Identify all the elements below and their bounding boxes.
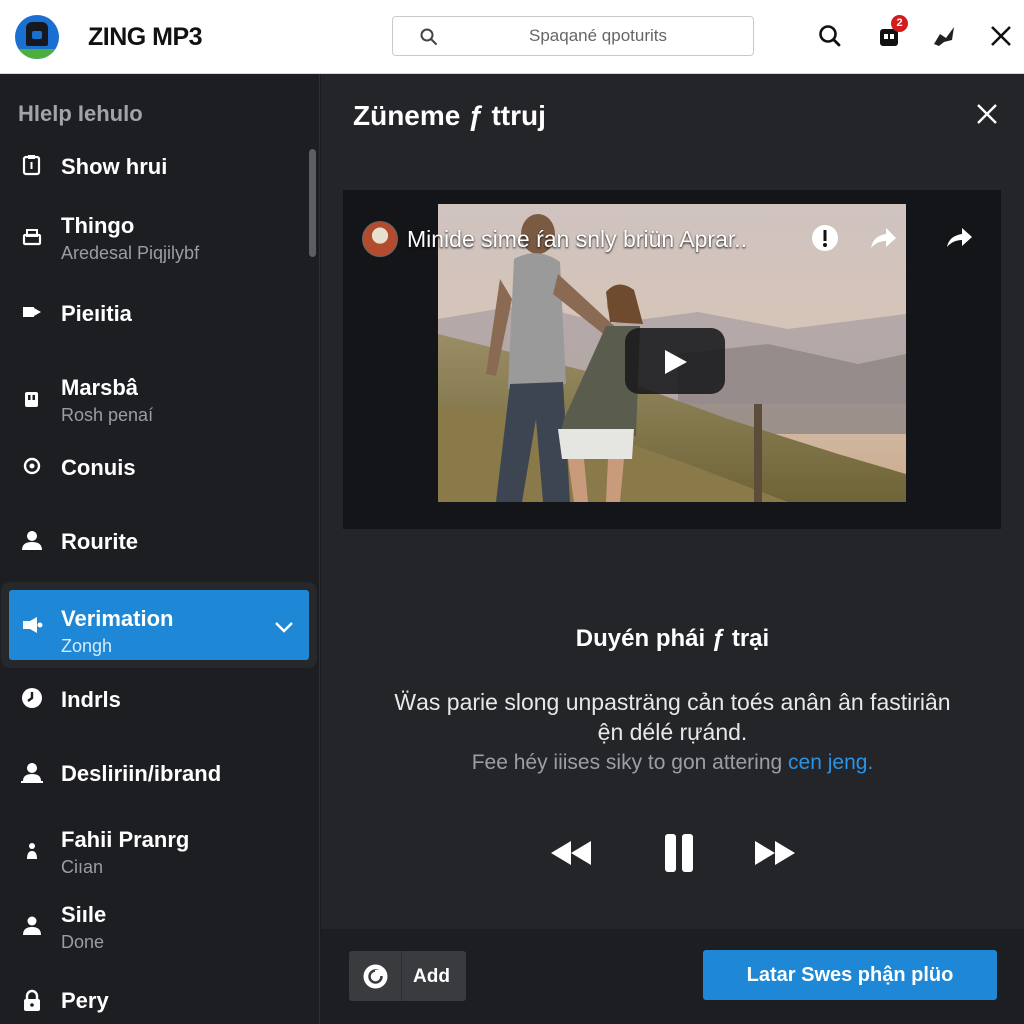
sidebar-scrollbar[interactable] (309, 149, 316, 257)
close-icon[interactable] (975, 102, 999, 126)
sidebar-item-thingo[interactable]: Thingo Aredesal Piqjilybf (9, 202, 309, 272)
sidebar-item-label: Pery (61, 988, 109, 1013)
sidebar-item-sub: Aredesal Piqjilybf (61, 243, 200, 263)
notifications-button[interactable]: 2 (874, 15, 908, 52)
search-button[interactable] (814, 20, 846, 52)
share-button[interactable] (928, 20, 960, 52)
sidebar-item-label: Rourite (61, 529, 138, 554)
checkmark-icon (275, 622, 293, 633)
video-header: Minide sime ŕan snly briün Aprar.. (359, 218, 985, 262)
upload-user-icon (19, 759, 45, 785)
account-icon (19, 913, 45, 939)
detail-panel: Zünemе ƒ ttruj Minide sime ŕan snly briü… (321, 74, 1024, 1024)
sidebar-item-deslirin[interactable]: Desliriin/ibrand (9, 737, 309, 807)
add-button[interactable]: Add (349, 951, 466, 1001)
sidebar-item-marsba[interactable]: Marsbâ Rosh penaí (9, 364, 309, 434)
search-box[interactable] (392, 16, 754, 56)
sidebar-title: Hlelp Iehulo (18, 101, 143, 126)
close-window-button[interactable] (985, 20, 1017, 52)
description-link[interactable]: cen jeng. (788, 751, 873, 774)
sidebar-item-label: Verimation (61, 606, 174, 631)
channel-avatar[interactable] (362, 221, 398, 257)
sidebar-item-conuis[interactable]: Conuis (9, 431, 309, 501)
sidebar-item-pieitia[interactable]: Pieıitia (9, 277, 309, 347)
video-title: Minide sime ŕan snly briün Aprar.. (407, 226, 748, 252)
play-icon (665, 350, 687, 374)
sidebar-item-label: Marsbâ (61, 375, 139, 400)
description-note: Fee héy iiises siky to gon attering cen … (321, 751, 1024, 775)
description-note-text: Fee héy iiises siky to gon attering (471, 751, 783, 774)
top-bar: ZING MP3 2 (0, 0, 1024, 74)
video-player[interactable]: Minide sime ŕan snly briün Aprar.. (343, 190, 1001, 529)
sidebar-item-sub: Zongh (61, 636, 113, 656)
magnifier-icon (819, 25, 841, 47)
sidebar-item-label: Siıle (61, 902, 107, 927)
sidebar: Hlelp Iehulo Show hrui Thingo Aredesal P… (0, 74, 320, 1024)
sidebar-item-verimation[interactable]: Verimation Zongh (9, 590, 309, 660)
user-icon (19, 527, 45, 553)
sidebar-item-label: Desliriin/ibrand (61, 761, 222, 786)
sidebar-item-label: Fahii Pranrg (61, 827, 190, 852)
description-line: Ẅas parie slong unpasträng cản toés anân… (394, 689, 951, 715)
previous-button[interactable] (545, 834, 597, 872)
description-line: ện délé rựánd. (597, 719, 748, 745)
primary-action-button[interactable]: Latar Swes phận plüo (703, 950, 997, 1000)
sidebar-item-label: Pieıitia (61, 301, 132, 326)
sidebar-item-rourite[interactable]: Rourite (9, 505, 309, 575)
notification-badge: 2 (891, 15, 908, 32)
file-icon (19, 386, 45, 412)
sidebar-item-siile[interactable]: Siıle Done (9, 891, 309, 961)
printer-icon (19, 224, 45, 250)
sidebar-item-sub: Ciıan (61, 857, 104, 877)
sidebar-item-fahii[interactable]: Fahii Pranrg Ciıan (9, 816, 309, 886)
panel-footer: Add Latar Swes phận plüo (321, 929, 1024, 1024)
sidebar-item-indrls[interactable]: Indrls (9, 663, 309, 733)
panel-title: Zünemе ƒ ttruj (353, 100, 546, 131)
next-button[interactable] (749, 834, 801, 872)
search-input[interactable] (453, 21, 743, 51)
pause-button[interactable] (653, 834, 705, 872)
song-title: Duyén phái ƒ trại (575, 625, 770, 652)
sidebar-item-sub: Rosh penaí (61, 405, 154, 425)
share-icon[interactable] (867, 222, 899, 254)
sidebar-item-show[interactable]: Show hrui (9, 130, 309, 200)
rewind-icon (551, 841, 591, 865)
lock-icon (19, 988, 45, 1014)
pause-icon (665, 834, 693, 872)
arrow-icon (934, 27, 954, 46)
search-icon (420, 28, 437, 45)
sidebar-item-label: Show hrui (61, 154, 168, 179)
sidebar-item-label: Conuis (61, 455, 136, 480)
add-icon-wrap (349, 951, 402, 1001)
forward-icon[interactable] (943, 222, 975, 254)
app-brand: ZING MP3 (88, 23, 203, 51)
sidebar-item-label: Thingo (61, 213, 135, 238)
person-icon (19, 838, 45, 864)
location-icon (19, 453, 45, 479)
sidebar-item-label: Indrls (61, 687, 121, 712)
fast-forward-icon (755, 841, 795, 865)
sidebar-item-sub: Done (61, 932, 105, 952)
clock-icon (19, 685, 45, 711)
sidebar-item-pery[interactable]: Pery (9, 966, 309, 1024)
play-button[interactable] (625, 328, 725, 394)
speaker-icon (19, 612, 45, 638)
info-icon[interactable] (809, 222, 841, 254)
app-logo[interactable] (15, 15, 59, 59)
share-icon (19, 299, 45, 325)
disc-icon (363, 964, 388, 989)
clipboard-icon (19, 152, 45, 178)
add-label: Add (413, 966, 450, 987)
close-icon (991, 26, 1011, 46)
